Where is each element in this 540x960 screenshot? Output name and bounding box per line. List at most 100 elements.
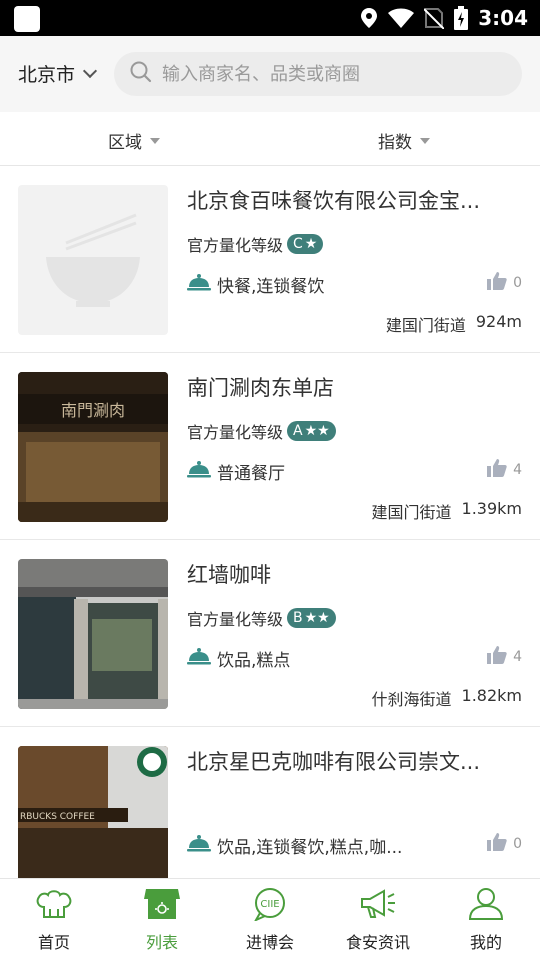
- status-bar: 3:04: [0, 0, 540, 36]
- dish-cover-icon: [187, 647, 211, 670]
- sign-text: 南門涮肉: [61, 401, 125, 420]
- grade-stars: ★: [304, 236, 318, 252]
- restaurant-name: 北京食百味餐饮有限公司金宝...: [187, 189, 481, 213]
- search-input[interactable]: [162, 63, 492, 85]
- dish-cover-icon: [187, 834, 211, 857]
- street-name: 建国门街道: [385, 316, 466, 335]
- grade-label: 官方量化等级: [187, 236, 284, 255]
- list-item[interactable]: RBUCKS COFFEE 北京星巴克咖啡有限公司崇文... 饮品,连锁餐饮,糕…: [0, 727, 540, 878]
- nav-news[interactable]: 食安资讯: [324, 879, 432, 960]
- category-row: 饮品,糕点: [187, 646, 427, 671]
- filter-area-label: 区域: [108, 133, 142, 153]
- grade-letter: A: [293, 423, 303, 439]
- likes-count: 0: [513, 275, 522, 291]
- header: 北京市: [0, 36, 540, 112]
- restaurant-name: 红墙咖啡: [187, 563, 271, 587]
- filter-index[interactable]: 指数: [378, 128, 430, 153]
- filter-area[interactable]: 区域: [108, 128, 160, 153]
- distance: 1.82km: [461, 686, 522, 705]
- likes-count: 4: [513, 462, 522, 478]
- grade-letter: B: [293, 610, 303, 626]
- street-name: 建国门街道: [371, 503, 452, 522]
- list-item[interactable]: 红墙咖啡 官方量化等级 B ★★ 饮品,糕点 4 什刹海街道 1.82km: [0, 540, 540, 727]
- restaurant-name: 北京星巴克咖啡有限公司崇文...: [187, 750, 481, 774]
- grade-stars: ★★: [304, 610, 330, 626]
- street-name: 什刹海街道: [371, 690, 452, 709]
- category-row: 饮品,连锁餐饮,糕点,咖...: [187, 833, 427, 858]
- thumbs-up-icon: [487, 272, 507, 294]
- distance: 1.39km: [461, 499, 522, 518]
- search-icon: [130, 61, 152, 87]
- likes-count: 0: [513, 836, 522, 852]
- search-bar[interactable]: [114, 52, 522, 96]
- category-text: 饮品,糕点: [217, 651, 291, 671]
- city-label: 北京市: [18, 64, 76, 86]
- nav-profile-label: 我的: [469, 933, 502, 952]
- list-item[interactable]: 南門涮肉 南门涮肉东单店 官方量化等级 A ★★ 普通餐厅 4 建国门街道 1.…: [0, 353, 540, 540]
- nav-list-label: 列表: [145, 933, 178, 952]
- user-icon: [466, 887, 506, 925]
- chevron-down-icon: [82, 63, 98, 78]
- restaurant-photo: [18, 559, 168, 709]
- bottom-nav: 首页 列表 CIIE 进博会 食安资讯 我的: [0, 878, 540, 960]
- nav-profile[interactable]: 我的: [432, 879, 540, 960]
- likes[interactable]: 0: [487, 272, 522, 294]
- nav-ciie[interactable]: CIIE 进博会: [216, 879, 324, 960]
- megaphone-icon: [358, 887, 398, 925]
- restaurant-photo: RBUCKS COFFEE: [18, 746, 168, 878]
- chef-hat-icon: [34, 887, 74, 925]
- category-text: 普通餐厅: [217, 464, 285, 484]
- grade-letter: C: [293, 236, 303, 252]
- placeholder-bowl-image: [18, 185, 168, 335]
- notification-icon: [14, 6, 40, 32]
- grade-label: 官方量化等级: [187, 610, 284, 629]
- category-row: 快餐,连锁餐饮: [187, 272, 427, 297]
- clock: 3:04: [478, 6, 528, 30]
- dish-cover-icon: [187, 273, 211, 296]
- grade-row: 官方量化等级 A ★★: [187, 419, 336, 443]
- nav-home-label: 首页: [37, 933, 70, 952]
- thumbs-up-icon: [487, 459, 507, 481]
- likes[interactable]: 0: [487, 833, 522, 855]
- thumbs-up-icon: [487, 646, 507, 668]
- grade-badge: A ★★: [287, 421, 336, 441]
- grade-row: 官方量化等级 C ★: [187, 232, 324, 256]
- likes[interactable]: 4: [487, 646, 522, 668]
- nav-ciie-label: 进博会: [245, 933, 294, 952]
- sign-text: RBUCKS COFFEE: [20, 812, 95, 822]
- distance: 924m: [475, 312, 522, 331]
- nav-list[interactable]: 列表: [108, 879, 216, 960]
- category-text: 饮品,连锁餐饮,糕点,咖...: [217, 838, 403, 858]
- category-row: 普通餐厅: [187, 459, 427, 484]
- nav-home[interactable]: 首页: [0, 879, 108, 960]
- likes-count: 4: [513, 649, 522, 665]
- category-text: 快餐,连锁餐饮: [217, 277, 325, 297]
- likes[interactable]: 4: [487, 459, 522, 481]
- wifi-icon: [388, 6, 415, 30]
- no-sim-icon: [424, 6, 445, 30]
- location-row: 建国门街道 924m: [386, 312, 522, 336]
- store-icon: [142, 887, 182, 925]
- filter-bar: 区域 指数: [0, 112, 540, 166]
- dropdown-triangle-icon: [420, 137, 430, 144]
- nav-news-label: 食安资讯: [345, 933, 410, 952]
- ciie-chat-icon: CIIE: [250, 887, 290, 925]
- location-icon: [360, 6, 378, 30]
- svg-text:CIIE: CIIE: [260, 899, 279, 910]
- city-selector[interactable]: 北京市: [18, 60, 98, 87]
- location-row: 什刹海街道 1.82km: [372, 686, 523, 710]
- restaurant-photo: 南門涮肉: [18, 372, 168, 522]
- grade-label: 官方量化等级: [187, 423, 284, 442]
- thumbs-up-icon: [487, 833, 507, 855]
- restaurant-name: 南门涮肉东单店: [187, 376, 334, 400]
- grade-stars: ★★: [304, 423, 330, 439]
- grade-badge: B ★★: [287, 608, 336, 628]
- dropdown-triangle-icon: [150, 137, 160, 144]
- grade-row: 官方量化等级 B ★★: [187, 606, 336, 630]
- dish-cover-icon: [187, 460, 211, 483]
- list-item[interactable]: 北京食百味餐饮有限公司金宝... 官方量化等级 C ★ 快餐,连锁餐饮 0 建国…: [0, 166, 540, 353]
- grade-badge: C ★: [287, 234, 324, 254]
- location-row: 建国门街道 1.39km: [372, 499, 523, 523]
- battery-charging-icon: [454, 6, 469, 30]
- restaurant-list: 北京食百味餐饮有限公司金宝... 官方量化等级 C ★ 快餐,连锁餐饮 0 建国…: [0, 166, 540, 878]
